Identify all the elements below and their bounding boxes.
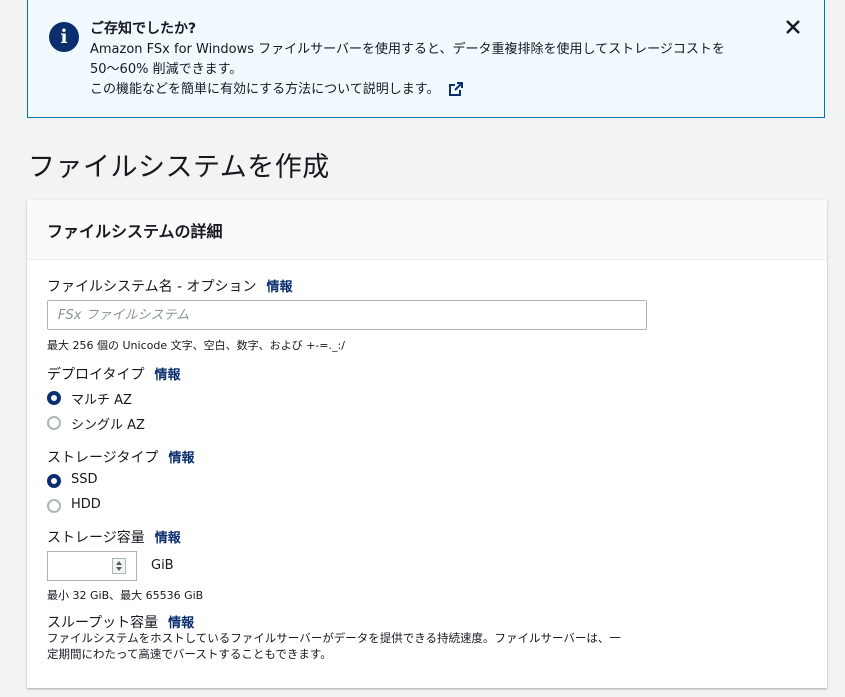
stepper-arrows-icon[interactable]: [112, 558, 126, 574]
throughput-desc-line-2: 定期間にわたって高速でバーストすることもできます。: [47, 647, 332, 661]
radio-ssd-circle[interactable]: [47, 474, 61, 488]
info-link-storage-type[interactable]: 情報: [168, 451, 194, 466]
throughput-capacity-label: スループット容量 情報: [47, 612, 194, 632]
stepper-up-icon[interactable]: [116, 561, 122, 565]
radio-hdd-label[interactable]: HDD: [71, 497, 101, 512]
info-flashbar: i ご存知でしたか? Amazon FSx for Windows ファイルサー…: [27, 0, 825, 118]
radio-single-az-label[interactable]: シングル AZ: [71, 414, 145, 433]
storage-capacity-label-text: ストレージ容量: [47, 530, 145, 546]
info-link-throughput[interactable]: 情報: [168, 616, 194, 631]
stepper-down-icon[interactable]: [116, 567, 122, 571]
flash-message: Amazon FSx for Windows ファイルサーバーを使用すると、デー…: [90, 40, 725, 100]
info-link-storage-capacity[interactable]: 情報: [155, 531, 181, 546]
radio-hdd-circle[interactable]: [47, 499, 61, 513]
page-title: ファイルシステムを作成: [28, 152, 330, 183]
flash-line-2: 50～60% 削減できます。: [90, 62, 243, 77]
throughput-capacity-label-text: スループット容量: [47, 615, 159, 631]
deployment-type-label: デプロイタイプ 情報: [47, 364, 180, 384]
storage-type-label-text: ストレージタイプ: [47, 450, 159, 466]
storage-capacity-input[interactable]: [47, 551, 137, 581]
radio-multi-az-label[interactable]: マルチ AZ: [71, 389, 132, 408]
radio-single-az-circle[interactable]: [47, 416, 61, 430]
flash-line-3[interactable]: この機能などを簡単に有効にする方法について説明します。: [90, 82, 439, 97]
file-system-name-label-text: ファイルシステム名 - オプション: [47, 279, 257, 295]
radio-ssd-label[interactable]: SSD: [71, 472, 98, 487]
flash-learn-more-link[interactable]: この機能などを簡単に有効にする方法について説明します。: [90, 80, 725, 100]
panel-header: ファイルシステムの詳細: [27, 200, 827, 260]
info-link-deployment[interactable]: 情報: [154, 368, 180, 383]
storage-capacity-label: ストレージ容量 情報: [47, 527, 181, 547]
file-system-name-hint: 最大 256 個の Unicode 文字、空白、数字、および +-=._:/: [47, 339, 345, 352]
radio-multi-az-circle[interactable]: [47, 391, 61, 405]
throughput-desc-line-1: ファイルシステムをホストしているファイルサーバーがデータを提供できる持続速度。フ…: [47, 631, 621, 645]
flash-title: ご存知でしたか?: [90, 21, 197, 37]
file-system-name-label: ファイルシステム名 - オプション 情報: [47, 276, 293, 296]
storage-capacity-hint: 最小 32 GiB、最大 65536 GiB: [47, 589, 204, 602]
deployment-type-label-text: デプロイタイプ: [47, 367, 145, 383]
flash-line-1: Amazon FSx for Windows ファイルサーバーを使用すると、デー…: [90, 42, 725, 57]
info-link-name[interactable]: 情報: [267, 280, 293, 295]
storage-unit-label: GiB: [151, 558, 174, 573]
file-system-name-input[interactable]: [47, 300, 647, 330]
storage-type-label: ストレージタイプ 情報: [47, 447, 194, 467]
close-icon[interactable]: [782, 16, 804, 38]
external-link-icon[interactable]: [449, 82, 464, 96]
file-system-details-panel: ファイルシステムの詳細 ファイルシステム名 - オプション情報 最大 256 個…: [27, 200, 827, 688]
info-icon: i: [49, 22, 79, 52]
throughput-description: ファイルシステムをホストしているファイルサーバーがデータを提供できる持続速度。フ…: [47, 630, 621, 662]
